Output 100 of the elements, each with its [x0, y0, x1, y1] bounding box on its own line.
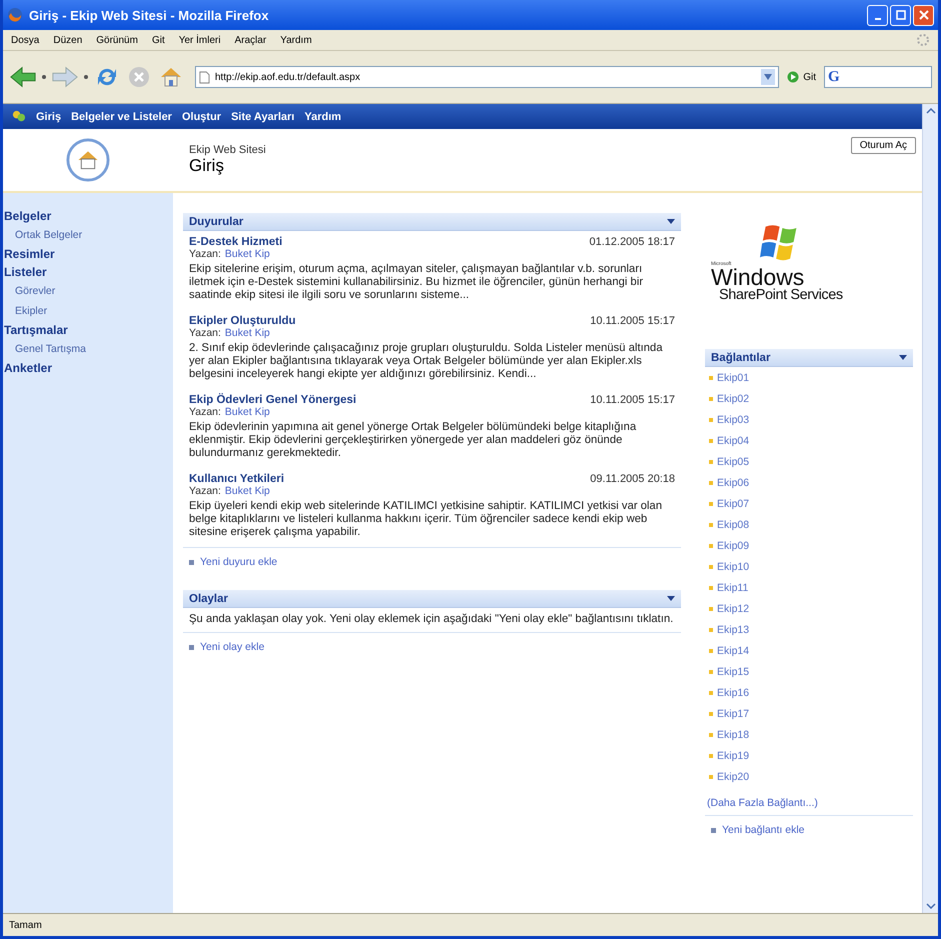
menu-item[interactable]: Yardım [280, 34, 312, 46]
nav-link[interactable]: Yardım [304, 110, 342, 122]
bullet-icon [709, 502, 713, 506]
logo-text: SharePoint Services [719, 287, 843, 303]
minimize-button[interactable] [867, 4, 888, 26]
address-field[interactable]: http://ekip.aof.edu.tr/default.aspx [195, 66, 780, 88]
scroll-up-icon[interactable] [926, 108, 936, 114]
announcement-date: 10.11.2005 15:17 [590, 394, 675, 406]
link[interactable]: Ekip03 [717, 414, 750, 426]
sign-in-button[interactable]: Oturum Aç [850, 137, 916, 154]
scrollbar[interactable] [922, 104, 938, 913]
nav-heading-link[interactable]: Belgeler [3, 207, 173, 225]
link[interactable]: Ekip14 [717, 644, 750, 656]
announcement-date: 01.12.2005 18:17 [589, 236, 675, 248]
nav-heading-link[interactable]: Anketler [3, 359, 173, 377]
nav-link[interactable]: Görevler [3, 281, 173, 301]
bullet-icon [709, 376, 713, 380]
announcement-title[interactable]: Kullanıcı Yetkileri [189, 473, 284, 485]
link[interactable]: Ekip18 [717, 728, 750, 740]
author-link[interactable]: Buket Kip [224, 485, 270, 497]
close-button[interactable] [913, 4, 934, 26]
nav-link[interactable]: Ortak Belgeler [3, 225, 173, 245]
author-link[interactable]: Buket Kip [224, 406, 270, 418]
nav-link[interactable]: Ekipler [3, 301, 173, 321]
nav-link[interactable]: Genel Tartışma [3, 339, 173, 359]
minimize-icon [874, 18, 880, 20]
announcement-text: Ekip sitelerine erişim, oturum açma, açılmayan siteler, çalışmayan bağlantılar v.b. sorunları iletmek için e-Destek sistemini kullanabilirsiniz. Bu hizmet ile öğrenciler, günün herhangi bir saatinde ekip sitesi ile ilgili soru ve sorunlarını sisteme... [189, 263, 644, 302]
maximize-icon [896, 10, 906, 20]
link[interactable]: Ekip11 [717, 582, 748, 594]
bullet-icon [709, 690, 713, 694]
bullet-icon [709, 628, 713, 632]
go-button[interactable]: Git [783, 71, 820, 83]
author-label: Yazan: [189, 485, 221, 497]
bullet-icon [709, 522, 713, 526]
link[interactable]: Ekip02 [717, 392, 750, 404]
add-link[interactable]: Yeni olay ekle [200, 641, 264, 653]
link[interactable]: Ekip08 [717, 518, 750, 530]
menu-item[interactable]: Dosya [11, 34, 40, 46]
menu-item[interactable]: Yer İmleri [178, 34, 221, 46]
nav-heading-link[interactable]: Resimler [3, 245, 173, 263]
link[interactable]: Ekip06 [717, 476, 750, 488]
back-arrow-icon[interactable] [9, 65, 37, 89]
throbber-icon [916, 33, 930, 47]
bullet-icon [189, 560, 194, 564]
author-link[interactable]: Buket Kip [224, 327, 270, 339]
nav-link[interactable]: Oluştur [182, 110, 222, 122]
bullet-icon [709, 774, 713, 778]
section-header: Bağlantılar [705, 349, 913, 367]
menu-item[interactable]: Düzen [53, 34, 82, 46]
link[interactable]: Ekip16 [717, 686, 750, 698]
announcement-title[interactable]: Ekipler Oluşturuldu [189, 315, 296, 327]
announcement-text: Ekip üyeleri kendi ekip web sitelerinde KATILIMCI yetkisine sahiptir. KATILIMCI yetkisi var olan belge kitaplıklarını ve listeleri kullanma hakkını içerir. Tüm öğrenciler sadece kendi ekip web sitesine erişerek çalışma yapabilir. [189, 500, 663, 539]
home-icon [66, 138, 110, 182]
page-title: Giriş [189, 156, 225, 176]
link[interactable]: Ekip17 [717, 708, 750, 720]
announcement-title[interactable]: Ekip Ödevleri Genel Yönergesi [189, 394, 356, 406]
announcement-date: 10.11.2005 15:17 [590, 315, 675, 327]
bullet-icon [709, 460, 713, 464]
maximize-button[interactable] [890, 4, 911, 26]
link[interactable]: Ekip07 [717, 498, 750, 510]
more-links-link[interactable]: (Daha Fazla Bağlantı...) [705, 787, 913, 815]
menu-item[interactable]: Araçlar [234, 34, 266, 46]
bullet-icon [709, 670, 713, 674]
window-title: Giriş - Ekip Web Sitesi - Mozilla Firefox [29, 8, 270, 22]
team-icon [11, 109, 26, 124]
link[interactable]: Ekip09 [717, 540, 750, 552]
bullet-icon [709, 754, 713, 758]
nav-heading-link[interactable]: Tartışmalar [3, 321, 173, 339]
section-header: Olaylar [183, 590, 681, 608]
link[interactable]: Ekip12 [717, 602, 750, 614]
add-link[interactable]: Yeni bağlantı ekle [722, 824, 805, 836]
announcement-text: Ekip ödevlerinin yapımına ait genel yönerge Ortak Belgeler bölümündeki belge kitaplığına eklenmiştir. Ekip ödevlerini gerçekleştirirken yönergede yer alan maddeleri göz önünde bulundurmanız gerekmektedir. [189, 421, 638, 460]
link[interactable]: Ekip15 [717, 666, 750, 678]
bullet-icon [711, 828, 716, 832]
add-link[interactable]: Yeni duyuru ekle [200, 556, 278, 568]
nav-heading-link[interactable]: Listeler [3, 263, 173, 281]
link[interactable]: Ekip10 [717, 560, 750, 572]
scroll-down-icon[interactable] [926, 903, 936, 909]
section-header: Duyurular [183, 213, 681, 231]
author-link[interactable]: Buket Kip [224, 248, 270, 260]
link[interactable]: Ekip13 [717, 624, 750, 636]
menu-item[interactable]: Görünüm [96, 34, 138, 46]
announcement-text: 2. Sınıf ekip ödevlerinde çalışacağınız proje grupları oluşturuldu. Solda Listeler menüsü altında yer alan Ekipler bağlantısına tıklayarak veya Ortak Belgeler bölümünde yer alan Ekipler.xls belgesini inceleyerek hangi ekipte yer aldığınızı görebilirsiniz. Kendi... [189, 342, 664, 381]
bullet-icon [709, 648, 713, 652]
nav-link[interactable]: Belgeler ve Listeler [71, 110, 172, 122]
link[interactable]: Ekip05 [717, 456, 750, 468]
announcement-title[interactable]: E-Destek Hizmeti [189, 236, 282, 248]
link[interactable]: Ekip04 [717, 434, 750, 446]
bullet-icon [189, 644, 194, 650]
nav-link[interactable]: Site Ayarları [231, 110, 294, 122]
link[interactable]: Ekip20 [717, 770, 750, 782]
author-label: Yazan: [189, 327, 221, 339]
nav-link[interactable]: Giriş [36, 110, 62, 122]
bullet-icon [709, 396, 713, 400]
link[interactable]: Ekip01 [717, 372, 750, 384]
search-field[interactable]: G [824, 66, 932, 88]
link[interactable]: Ekip19 [717, 750, 750, 762]
bullet-icon [709, 586, 713, 590]
menu-item[interactable]: Git [152, 34, 165, 46]
bullet-icon [709, 606, 713, 610]
